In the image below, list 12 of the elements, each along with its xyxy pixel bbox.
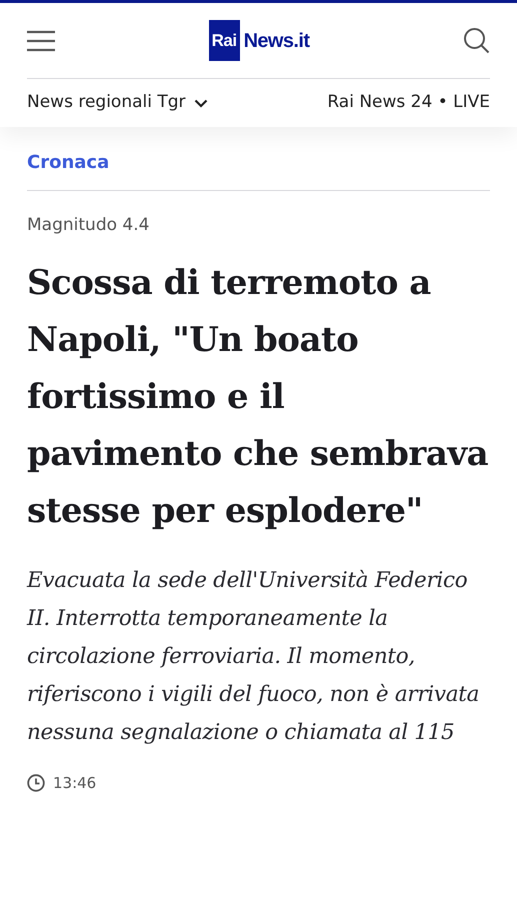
chevron-down-icon — [194, 98, 208, 108]
live-link[interactable]: Rai News 24 • LIVE — [327, 90, 490, 116]
kicker: Magnitudo 4.4 — [27, 214, 150, 237]
publish-time: 13:46 — [53, 772, 96, 794]
summary: Evacuata la sede dell'Università Federico II. Interrotta temporaneamente la circolazione ferroviaria. Il momento, riferiscono i vigili del fuoco, non è arrivata nessuna segnalazione o chiamata al 115 — [27, 566, 480, 746]
section-link[interactable]: Cronaca — [27, 127, 490, 191]
logo[interactable]: Rai News.it — [208, 20, 310, 62]
menu-icon[interactable] — [27, 30, 55, 52]
headline: Scossa di terremoto a Napoli, "Un boato fortissimo e il pavimento che sembrava stesse per esplodere" — [27, 262, 490, 532]
regional-news-dropdown[interactable]: News regionali Tgr — [27, 90, 208, 116]
search-icon[interactable] — [462, 27, 490, 54]
clock-icon — [27, 774, 45, 792]
